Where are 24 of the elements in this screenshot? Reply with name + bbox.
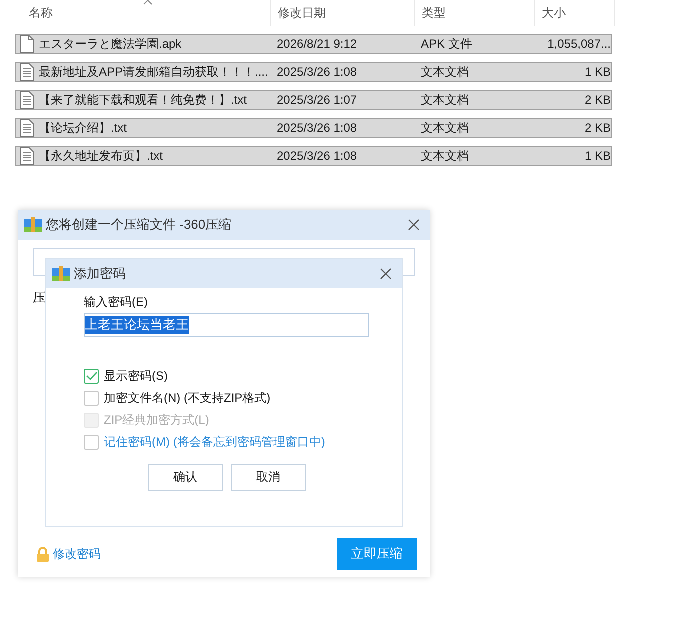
file-date: 2026/8/21 9:12	[277, 37, 358, 51]
field-label: 压	[33, 289, 46, 307]
password-label: 输入密码(E)	[84, 294, 148, 311]
file-date: 2025/3/26 1:08	[277, 121, 358, 135]
file-size: 2 KB	[584, 121, 611, 135]
file-size: 1 KB	[584, 65, 611, 79]
file-name: 【来了就能下载和观看！纯免费！】.txt	[39, 92, 248, 108]
file-date: 2025/3/26 1:08	[277, 65, 358, 79]
file-name: 【论坛介绍】.txt	[39, 120, 128, 136]
file-name: 【永久地址发布页】.txt	[39, 148, 164, 164]
window-title: 您将创建一个压缩文件 -360压缩	[46, 216, 233, 234]
file-size: 2 KB	[584, 93, 611, 107]
file-type: 文本文档	[421, 92, 469, 108]
file-type: 文本文档	[421, 148, 469, 164]
file-name: 最新地址及APP请发邮箱自动获取！！！....	[39, 64, 268, 80]
file-size: 1,055,087...	[548, 37, 611, 51]
file-size: 1 KB	[584, 149, 611, 163]
file-name: エスターラと魔法学園.apk	[39, 36, 182, 52]
file-type: 文本文档	[421, 64, 469, 80]
file-date: 2025/3/26 1:07	[277, 93, 358, 107]
file-type: 文本文档	[421, 120, 469, 136]
window-title: 添加密码	[74, 264, 127, 282]
file-type: APK 文件	[421, 36, 472, 52]
file-date: 2025/3/26 1:08	[277, 149, 358, 163]
